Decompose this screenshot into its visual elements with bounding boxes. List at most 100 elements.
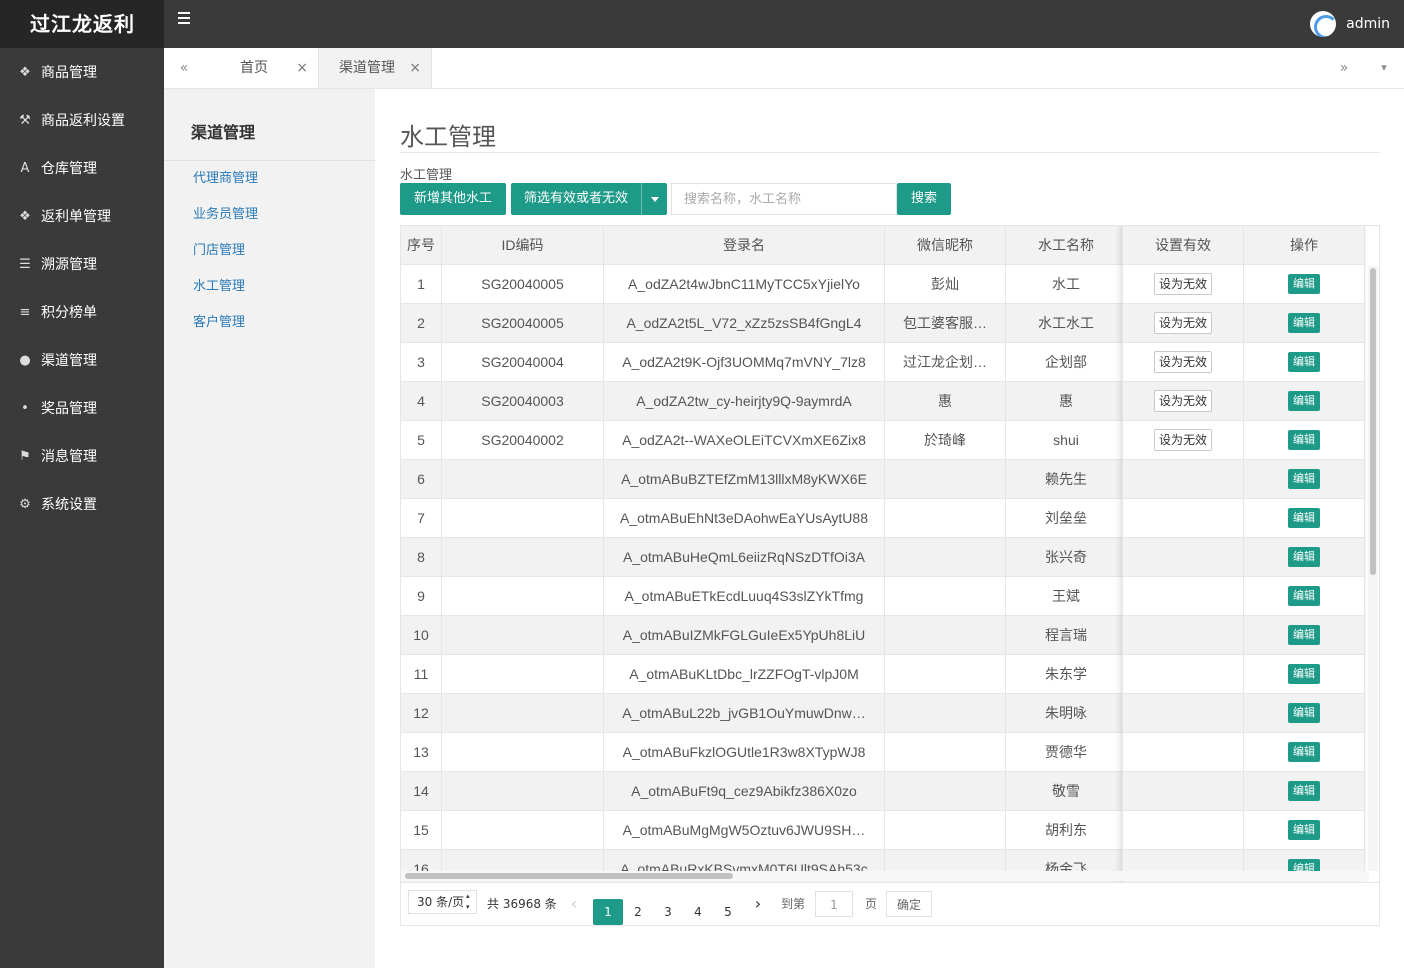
subnav-item[interactable]: 门店管理 bbox=[164, 233, 375, 269]
edit-button[interactable]: 编辑 bbox=[1288, 820, 1320, 840]
cell-name: 程言瑞 bbox=[1005, 615, 1127, 655]
edit-button[interactable]: 编辑 bbox=[1288, 703, 1320, 723]
edit-button[interactable]: 编辑 bbox=[1288, 313, 1320, 333]
column-header: 水工名称 bbox=[1005, 226, 1127, 265]
edit-button[interactable]: 编辑 bbox=[1288, 742, 1320, 762]
sidebar-item[interactable]: ⚒ 商品返利设置 bbox=[0, 96, 164, 144]
goto-page-input[interactable]: 1 bbox=[815, 891, 853, 917]
caret-down-icon[interactable] bbox=[641, 183, 667, 215]
cell-name: shui bbox=[1005, 420, 1127, 460]
set-invalid-button[interactable]: 设为无效 bbox=[1153, 390, 1212, 412]
confirm-page-button[interactable]: 确定 bbox=[886, 891, 932, 917]
edit-button[interactable]: 编辑 bbox=[1288, 430, 1320, 450]
user-menu[interactable]: admin bbox=[1310, 10, 1390, 38]
next-page-icon[interactable]: › bbox=[751, 891, 765, 917]
cell-set-valid: 设为无效 bbox=[1122, 264, 1244, 304]
close-icon[interactable]: × bbox=[409, 48, 421, 88]
data-table: 序号ID编码登录名微信昵称水工名称手 1SG20040005A_odZA2t4w… bbox=[400, 225, 1380, 926]
cell-actions: 编辑 bbox=[1243, 732, 1365, 772]
tab-channel-management[interactable]: 渠道管理 × bbox=[318, 48, 432, 88]
section-label: 水工管理 bbox=[400, 168, 453, 183]
page-number[interactable]: 3 bbox=[653, 899, 683, 925]
add-worker-button[interactable]: 新增其他水工 bbox=[400, 183, 506, 215]
cell-name: 水工水工 bbox=[1005, 303, 1127, 343]
sidebar-item[interactable]: ≡ 积分榜单 bbox=[0, 288, 164, 336]
cell-actions: 编辑 bbox=[1243, 303, 1365, 343]
edit-button[interactable]: 编辑 bbox=[1288, 352, 1320, 372]
column-header: 登录名 bbox=[603, 226, 885, 265]
cell-login: A_otmABuFt9q_cez9Abikfz386X0zo bbox=[603, 771, 885, 811]
tabs-prev-icon[interactable]: « bbox=[164, 48, 204, 88]
edit-button[interactable]: 编辑 bbox=[1288, 625, 1320, 645]
page-number[interactable]: 5 bbox=[713, 899, 743, 925]
sidebar-item-label: 返利单管理 bbox=[41, 209, 111, 225]
cell-id: SG20040003 bbox=[441, 381, 604, 421]
set-invalid-button[interactable]: 设为无效 bbox=[1153, 429, 1212, 451]
edit-button[interactable]: 编辑 bbox=[1288, 664, 1320, 684]
sidebar-item[interactable]: • 奖品管理 bbox=[0, 384, 164, 432]
subnav-item[interactable]: 代理商管理 bbox=[164, 161, 375, 197]
cell-id bbox=[441, 732, 604, 772]
table-row: 9A_otmABuETkEcdLuuq4S3slZYkTfmg王斌156 bbox=[401, 576, 1167, 616]
page-number[interactable]: 1 bbox=[593, 899, 623, 925]
cell-login: A_otmABuETkEcdLuuq4S3slZYkTfmg bbox=[603, 576, 885, 616]
tab-home[interactable]: 首页 × bbox=[204, 48, 318, 88]
table-fixed-right: 设置有效 操作 设为无效 编辑 设为无效 编辑 设为无效 编辑 设为无效 编辑 设为无效 编辑 编辑编… bbox=[1122, 226, 1365, 889]
subnav-item[interactable]: 水工管理 bbox=[164, 269, 375, 305]
vertical-scrollbar[interactable] bbox=[1368, 266, 1378, 871]
subnav-item[interactable]: 业务员管理 bbox=[164, 197, 375, 233]
close-icon[interactable]: × bbox=[296, 48, 308, 88]
cell-name: 朱东学 bbox=[1005, 654, 1127, 694]
search-button[interactable]: 搜索 bbox=[897, 183, 951, 215]
cell-set-valid: 设为无效 bbox=[1122, 381, 1244, 421]
edit-button[interactable]: 编辑 bbox=[1288, 547, 1320, 567]
sidebar-item-label: 积分榜单 bbox=[41, 305, 97, 321]
edit-button[interactable]: 编辑 bbox=[1288, 274, 1320, 294]
table-header-row: 序号ID编码登录名微信昵称水工名称手 bbox=[401, 226, 1167, 265]
sub-nav: 渠道管理 代理商管理 业务员管理 门店管理 水工管理 客户管理 bbox=[164, 89, 375, 968]
tabs-next-icon[interactable]: » bbox=[1324, 48, 1364, 88]
set-invalid-button[interactable]: 设为无效 bbox=[1153, 351, 1212, 373]
tree-icon: ≡ bbox=[19, 304, 31, 320]
cell-name: 张兴奇 bbox=[1005, 537, 1127, 577]
set-invalid-button[interactable]: 设为无效 bbox=[1153, 273, 1212, 295]
table-row: 设为无效 编辑 bbox=[1122, 420, 1365, 460]
sidebar-item[interactable]: A 仓库管理 bbox=[0, 144, 164, 192]
edit-button[interactable]: 编辑 bbox=[1288, 469, 1320, 489]
cell-set-valid bbox=[1122, 693, 1244, 733]
cell-id bbox=[441, 537, 604, 577]
page-number[interactable]: 2 bbox=[623, 899, 653, 925]
table-row: 7A_otmABuEhNt3eDAohwEaYUsAytU88刘垒垒155 bbox=[401, 498, 1167, 538]
sidebar-item[interactable]: ⚑ 消息管理 bbox=[0, 432, 164, 480]
cell-id: SG20040005 bbox=[441, 264, 604, 304]
table-row: 15A_otmABuMgMgW5Oztuv6JWU9SH…胡利东155 bbox=[401, 810, 1167, 850]
sidebar-item[interactable]: ● 渠道管理 bbox=[0, 336, 164, 384]
cell-name: 水工 bbox=[1005, 264, 1127, 304]
search-input[interactable] bbox=[671, 183, 897, 215]
sidebar-item[interactable]: ⚙ 系统设置 bbox=[0, 480, 164, 528]
edit-button[interactable]: 编辑 bbox=[1288, 586, 1320, 606]
set-invalid-button[interactable]: 设为无效 bbox=[1153, 312, 1212, 334]
cell-no: 1 bbox=[401, 264, 442, 304]
page-size-select[interactable]: 30 条/页 bbox=[408, 890, 477, 914]
sidebar: ❖ 商品管理 ⚒ 商品返利设置 A 仓库管理 ❖ 返利单管理 ☰ 溯源管理 ≡ 积分榜单 ● 渠道管理 • 奖… bbox=[0, 48, 164, 968]
goto-label: 到第 bbox=[781, 897, 806, 911]
horizontal-scrollbar[interactable] bbox=[401, 871, 1369, 881]
sidebar-item[interactable]: ❖ 商品管理 bbox=[0, 48, 164, 96]
page-number[interactable]: 4 bbox=[683, 899, 713, 925]
cell-no: 14 bbox=[401, 771, 442, 811]
edit-button[interactable]: 编辑 bbox=[1288, 781, 1320, 801]
filter-valid-button[interactable]: 筛选有效或者无效 bbox=[511, 183, 667, 215]
cell-actions: 编辑 bbox=[1243, 615, 1365, 655]
edit-button[interactable]: 编辑 bbox=[1288, 508, 1320, 528]
prev-page-icon[interactable]: ‹ bbox=[567, 891, 581, 917]
subnav-item[interactable]: 客户管理 bbox=[164, 305, 375, 341]
sidebar-item[interactable]: ❖ 返利单管理 bbox=[0, 192, 164, 240]
edit-button[interactable]: 编辑 bbox=[1288, 391, 1320, 411]
tabs-dropdown-icon[interactable]: ▾ bbox=[1364, 48, 1404, 88]
cell-no: 12 bbox=[401, 693, 442, 733]
cell-actions: 编辑 bbox=[1243, 498, 1365, 538]
sidebar-item-label: 消息管理 bbox=[41, 449, 97, 465]
sidebar-item[interactable]: ☰ 溯源管理 bbox=[0, 240, 164, 288]
menu-toggle-icon[interactable] bbox=[178, 12, 194, 28]
